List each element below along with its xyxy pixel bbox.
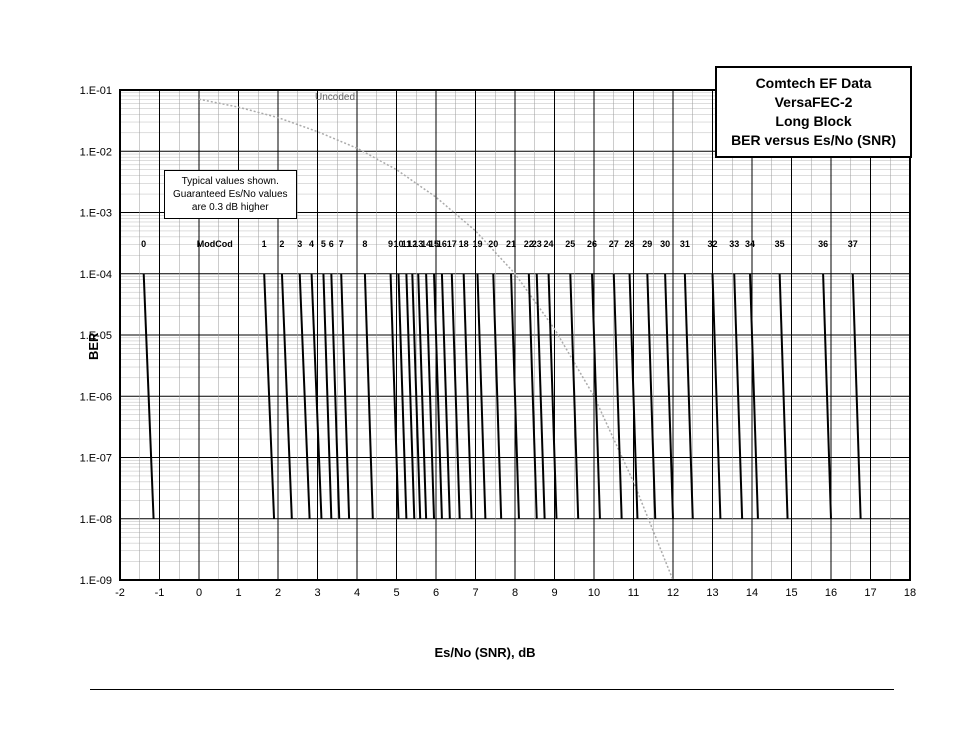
svg-text:1.E-06: 1.E-06 xyxy=(80,391,112,403)
title-line-1: Comtech EF Data xyxy=(731,74,896,93)
svg-text:9: 9 xyxy=(551,587,557,599)
title-line-2: VersaFEC-2 xyxy=(731,93,896,112)
modcod-num-23: 23 xyxy=(532,239,542,249)
modcod-num-34: 34 xyxy=(745,239,755,249)
svg-text:1.E-08: 1.E-08 xyxy=(80,514,112,526)
modcod-num-5: 5 xyxy=(321,239,326,249)
modcod-num-20: 20 xyxy=(488,239,498,249)
chart-title-box: Comtech EF Data VersaFEC-2 Long Block BE… xyxy=(715,66,912,158)
svg-text:17: 17 xyxy=(864,587,876,599)
modcod-num-25: 25 xyxy=(565,239,575,249)
chart-container: BER Comtech EF Data VersaFEC-2 Long Bloc… xyxy=(50,60,920,620)
modcod-num-30: 30 xyxy=(660,239,670,249)
svg-text:1.E-07: 1.E-07 xyxy=(80,453,112,465)
svg-text:12: 12 xyxy=(667,587,679,599)
modcod-num-2: 2 xyxy=(279,239,284,249)
svg-text:1.E-04: 1.E-04 xyxy=(80,269,112,281)
svg-text:1: 1 xyxy=(235,587,241,599)
svg-text:11: 11 xyxy=(628,587,639,599)
svg-text:14: 14 xyxy=(746,587,758,599)
x-axis-label: Es/No (SNR), dB xyxy=(50,645,920,660)
modcod-num-36: 36 xyxy=(818,239,828,249)
modcod-label: ModCod xyxy=(197,239,233,249)
modcod-num-17: 17 xyxy=(447,239,457,249)
modcod-num-16: 16 xyxy=(437,239,447,249)
svg-text:5: 5 xyxy=(393,587,399,599)
modcod-num-28: 28 xyxy=(625,239,635,249)
page: BER Comtech EF Data VersaFEC-2 Long Bloc… xyxy=(0,0,954,738)
modcod-num-6: 6 xyxy=(329,239,334,249)
modcod-num-8: 8 xyxy=(362,239,367,249)
modcod-num-3: 3 xyxy=(297,239,302,249)
modcod-num-1: 1 xyxy=(262,239,267,249)
svg-text:4: 4 xyxy=(354,587,360,599)
svg-text:1.E-01: 1.E-01 xyxy=(80,85,112,97)
modcod-num-24: 24 xyxy=(544,239,554,249)
title-line-4: BER versus Es/No (SNR) xyxy=(731,131,896,150)
modcod-num-19: 19 xyxy=(472,239,482,249)
note-line-3: are 0.3 dB higher xyxy=(173,201,288,214)
svg-text:8: 8 xyxy=(512,587,518,599)
modcod-num-26: 26 xyxy=(587,239,597,249)
title-line-3: Long Block xyxy=(731,112,896,131)
modcod-num-27: 27 xyxy=(609,239,619,249)
svg-text:1.E-09: 1.E-09 xyxy=(80,575,112,587)
svg-text:0: 0 xyxy=(196,587,202,599)
note-box: Typical values shown. Guaranteed Es/No v… xyxy=(164,170,297,219)
modcod-num-33: 33 xyxy=(729,239,739,249)
svg-text:2: 2 xyxy=(275,587,281,599)
modcod-row: ModCod0123456789101112131415161718192021… xyxy=(50,239,920,255)
svg-text:18: 18 xyxy=(904,587,916,599)
note-line-1: Typical values shown. xyxy=(173,175,288,188)
svg-text:15: 15 xyxy=(785,587,797,599)
modcod-num-4: 4 xyxy=(309,239,314,249)
svg-text:-2: -2 xyxy=(115,587,125,599)
modcod-num-18: 18 xyxy=(459,239,469,249)
svg-text:10: 10 xyxy=(588,587,600,599)
svg-text:6: 6 xyxy=(433,587,439,599)
y-axis-label: BER xyxy=(86,333,101,360)
modcod-num-32: 32 xyxy=(707,239,717,249)
modcod-num-29: 29 xyxy=(642,239,652,249)
modcod-num-0: 0 xyxy=(141,239,146,249)
modcod-num-21: 21 xyxy=(506,239,516,249)
svg-text:3: 3 xyxy=(314,587,320,599)
uncoded-label: Uncoded xyxy=(315,92,355,103)
svg-text:1.E-03: 1.E-03 xyxy=(80,208,112,220)
svg-text:1.E-02: 1.E-02 xyxy=(80,146,112,158)
note-line-2: Guaranteed Es/No values xyxy=(173,188,288,201)
modcod-num-9: 9 xyxy=(388,239,393,249)
modcod-num-7: 7 xyxy=(339,239,344,249)
svg-text:-1: -1 xyxy=(155,587,165,599)
svg-text:16: 16 xyxy=(825,587,837,599)
modcod-num-31: 31 xyxy=(680,239,690,249)
footer-rule xyxy=(90,689,894,690)
modcod-num-35: 35 xyxy=(775,239,785,249)
svg-text:13: 13 xyxy=(706,587,718,599)
modcod-num-37: 37 xyxy=(848,239,858,249)
svg-text:7: 7 xyxy=(472,587,478,599)
